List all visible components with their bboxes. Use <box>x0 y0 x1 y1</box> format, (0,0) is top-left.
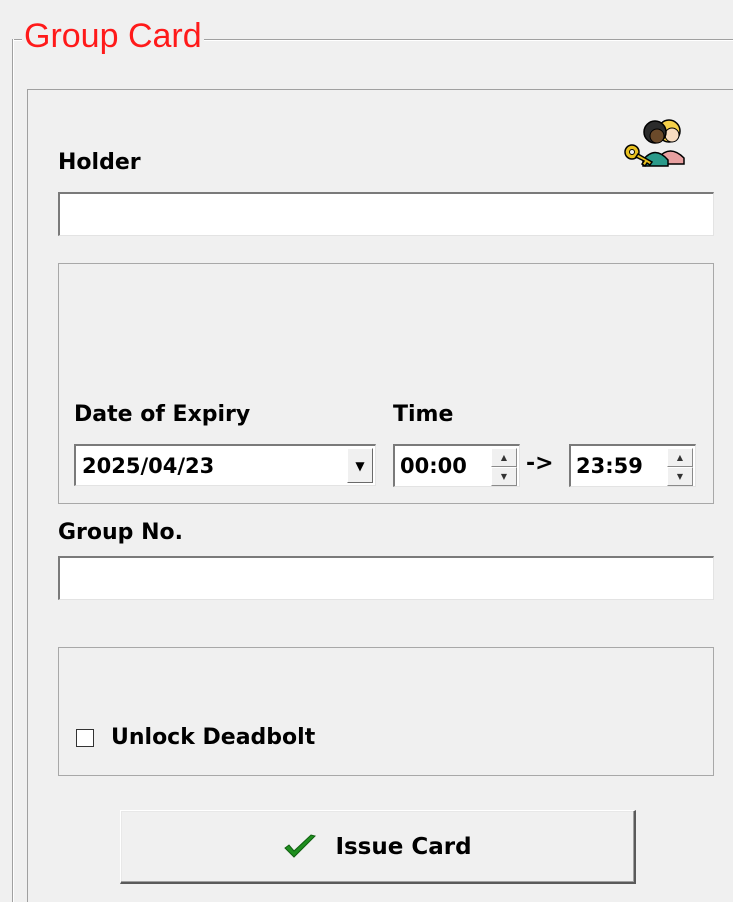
unlock-deadbolt-checkbox[interactable] <box>76 729 94 747</box>
time-label: Time <box>393 402 454 427</box>
start-time-up-arrow-icon[interactable]: ▲ <box>491 448 517 467</box>
start-time-spinner[interactable]: ▲ ▼ <box>491 448 517 486</box>
issue-card-label: Issue Card <box>335 833 472 860</box>
group-keys-icon <box>624 119 685 168</box>
group-card-window: Group Card Holder Date of Expiry Time 20… <box>0 0 733 902</box>
start-time-value: 00:00 <box>400 454 467 478</box>
start-time-field[interactable]: 00:00 ▲ ▼ <box>393 444 520 487</box>
checkmark-icon <box>284 833 317 858</box>
group-frame-left-border <box>12 39 14 902</box>
group-no-label: Group No. <box>58 520 183 545</box>
options-section-box <box>58 647 714 776</box>
holder-input[interactable] <box>58 192 714 236</box>
end-time-field[interactable]: 23:59 ▲ ▼ <box>569 444 696 487</box>
time-range-separator: -> <box>526 451 554 476</box>
expiry-date-value: 2025/04/23 <box>82 454 215 478</box>
group-no-input[interactable] <box>58 556 714 600</box>
holder-label: Holder <box>58 150 141 175</box>
date-of-expiry-label: Date of Expiry <box>74 402 251 427</box>
end-time-value: 23:59 <box>576 454 643 478</box>
unlock-deadbolt-label: Unlock Deadbolt <box>111 725 316 750</box>
group-card-title: Group Card <box>22 16 204 56</box>
end-time-down-arrow-icon[interactable]: ▼ <box>667 467 693 486</box>
dropdown-arrow-button[interactable]: ▼ <box>347 448 373 483</box>
start-time-down-arrow-icon[interactable]: ▼ <box>491 467 517 486</box>
end-time-spinner[interactable]: ▲ ▼ <box>667 448 693 486</box>
chevron-down-icon: ▼ <box>355 458 365 473</box>
expiry-date-dropdown[interactable]: 2025/04/23 ▼ <box>74 444 376 486</box>
issue-card-button[interactable]: Issue Card <box>120 810 636 884</box>
end-time-up-arrow-icon[interactable]: ▲ <box>667 448 693 467</box>
